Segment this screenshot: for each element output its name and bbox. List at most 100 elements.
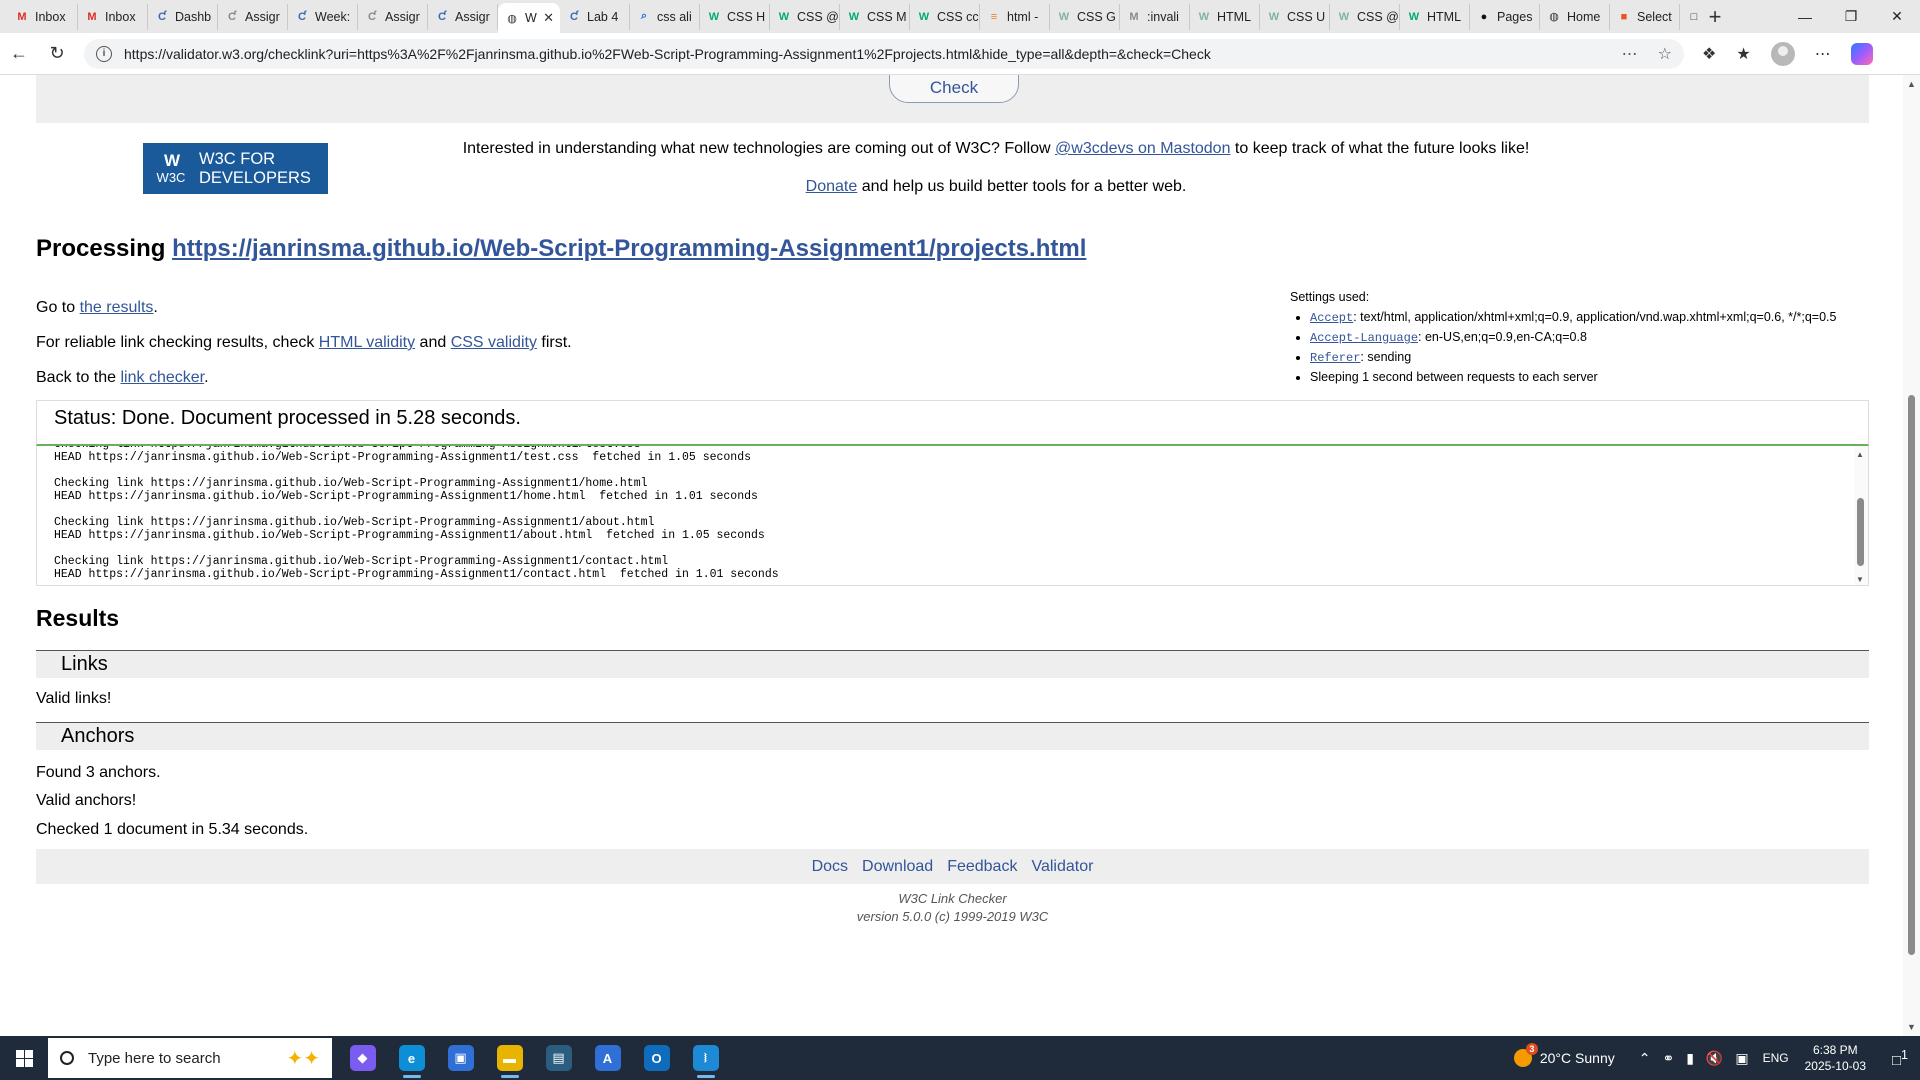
minimize-button[interactable]: — [1782,0,1828,33]
tab-2[interactable]: Ƈ Dashb [148,3,218,30]
favorites-icon[interactable]: ★ [1736,44,1750,64]
taskbar-app-6[interactable]: O [632,1036,681,1080]
close-tab-icon[interactable]: ✕ [543,10,554,26]
tab-16[interactable]: M:invali [1120,3,1190,30]
start-button[interactable] [0,1036,48,1080]
tab-6[interactable]: Ƈ Assigr [428,3,498,30]
progress-log[interactable]: Checking link https://janrinsma.github.i… [36,446,1869,586]
extensions-icon[interactable]: ❖ [1702,44,1716,64]
footnote-title: W3C Link Checker [898,891,1007,906]
globe-icon: ◍ [507,12,517,25]
link-checker-link[interactable]: link checker [121,369,205,386]
tab-3[interactable]: Ƈ Assigr [218,3,288,30]
site-info-icon[interactable]: i [96,45,112,62]
scroll-up-icon[interactable]: ▲ [1856,450,1864,459]
tab-1[interactable]: M Inbox [78,3,148,30]
window-controls: — ❐ ✕ [1782,0,1920,33]
chevron-up-icon[interactable]: ⌃ [1639,1050,1651,1067]
tab-label: CSS M [867,9,907,24]
donate-link[interactable]: Donate [806,178,858,195]
notification-icon[interactable]: □1 [1880,1048,1920,1069]
tab-0[interactable]: M Inbox [8,3,78,30]
tab-12[interactable]: W CSS M [840,3,910,30]
log-scroll-thumb[interactable] [1857,498,1864,566]
log-scrollbar[interactable]: ▲ ▼ [1854,446,1868,585]
clock[interactable]: 6:38 PM 2025-10-03 [1805,1042,1866,1074]
tab-14[interactable]: ≡ html - [980,3,1050,30]
meet-now-icon[interactable]: ▣ [1735,1050,1748,1067]
profile-avatar[interactable] [1770,41,1795,66]
taskbar-app-5[interactable]: A [583,1036,632,1080]
footer-link-docs[interactable]: Docs [812,858,848,875]
tab-22[interactable]: ◍ Home [1540,3,1610,30]
tab-17[interactable]: W HTML [1190,3,1260,30]
tab-18[interactable]: W CSS U [1260,3,1330,30]
tab-13[interactable]: W CSS cc [910,3,980,30]
tab-15[interactable]: W CSS G [1050,3,1120,30]
weather-widget[interactable]: 3 20°C Sunny [1513,1043,1615,1067]
tab-21[interactable]: ● Pages [1470,3,1540,30]
tab-10[interactable]: W CSS H [700,3,770,30]
settings-key-link[interactable]: Accept-Language [1310,331,1418,345]
footer-link-validator[interactable]: Validator [1031,858,1093,875]
tab-19[interactable]: W CSS @ [1330,3,1400,30]
settings-key-link[interactable]: Referer [1310,351,1360,365]
store-icon: ▣ [447,1045,474,1071]
more-menu-icon[interactable]: ⋯ [1815,44,1831,64]
css-validity-link[interactable]: CSS validity [451,334,537,351]
tab-7[interactable]: ◍ W ✕ [498,3,560,33]
mdn-icon: M [1129,10,1139,23]
close-window-button[interactable]: ✕ [1874,0,1920,33]
new-tab-button[interactable]: + [1700,4,1730,30]
page-scroll-thumb[interactable] [1908,395,1915,955]
taskbar-app-2[interactable]: ▣ [436,1036,485,1080]
tab-label: html - [1007,9,1039,24]
processed-url-link[interactable]: https://janrinsma.github.io/Web-Script-P… [172,235,1086,262]
html-validity-link[interactable]: HTML validity [319,334,415,351]
footer-link-feedback[interactable]: Feedback [947,858,1017,875]
page-scroll-up-icon[interactable]: ▲ [1907,79,1916,89]
settings-item: Sleeping 1 second between requests to ea… [1310,368,1870,387]
scroll-down-icon[interactable]: ▼ [1856,575,1864,584]
network-icon[interactable]: ⚭ [1662,1050,1674,1067]
restore-button[interactable]: ❐ [1828,0,1874,33]
reading-mode-icon[interactable]: ⋯ [1622,44,1638,64]
tab-4[interactable]: Ƈ Week: [288,3,358,30]
file-explorer-icon: ▬ [496,1045,523,1071]
mastodon-link[interactable]: @w3cdevs on Mastodon [1055,140,1230,157]
copilot-icon[interactable] [1850,42,1873,65]
favorite-star-icon[interactable]: ☆ [1658,44,1672,64]
tab-23[interactable]: ■ Select [1610,3,1680,30]
tab-11[interactable]: W CSS @ [770,3,840,30]
page-scrollbar[interactable]: ▲ ▼ [1903,75,1920,1036]
tab-label: Inbox [35,9,66,24]
language-indicator[interactable]: ENG [1763,1051,1789,1065]
taskbar-app-4[interactable]: ▤ [534,1036,583,1080]
taskbar-app-3[interactable]: ▬ [485,1036,534,1080]
volume-muted-icon[interactable]: 🔇 [1706,1050,1723,1067]
taskbar-app-0[interactable]: ◆ [338,1036,387,1080]
back-icon[interactable]: ← [0,43,38,64]
page-scroll-down-icon[interactable]: ▼ [1907,1022,1916,1032]
check-button[interactable]: Check [889,75,1019,103]
tab-24[interactable]: □New t [1680,4,1700,30]
settings-key-link[interactable]: Accept [1310,311,1353,325]
back-text: Back to the [36,369,121,386]
footer-link-download[interactable]: Download [862,858,933,875]
battery-icon[interactable]: ▮ [1686,1050,1694,1067]
taskbar-app-7[interactable]: ⧘ [681,1036,730,1080]
w3c-icon: W [1268,10,1280,23]
refresh-icon[interactable]: ↻ [38,43,76,64]
taskbar-app-1[interactable]: e [387,1036,436,1080]
w3c-developers-logo[interactable]: W W3C W3C FOR DEVELOPERS [143,143,328,194]
tab-8[interactable]: Ƈ Lab 4 [560,3,630,30]
results-link[interactable]: the results [80,299,154,316]
tab-label: Pages [1497,9,1533,24]
address-bar[interactable]: i https://validator.w3.org/checklink?uri… [84,38,1684,69]
d2l-icon: Ƈ [368,10,376,23]
taskbar-search[interactable]: Type here to search ✦✦ [48,1038,332,1078]
tab-5[interactable]: Ƈ Assigr [358,3,428,30]
url-text: https://validator.w3.org/checklink?uri=h… [124,45,1211,62]
tab-9[interactable]: ⌕ css ali [630,3,700,30]
tab-20[interactable]: W HTML [1400,3,1470,30]
